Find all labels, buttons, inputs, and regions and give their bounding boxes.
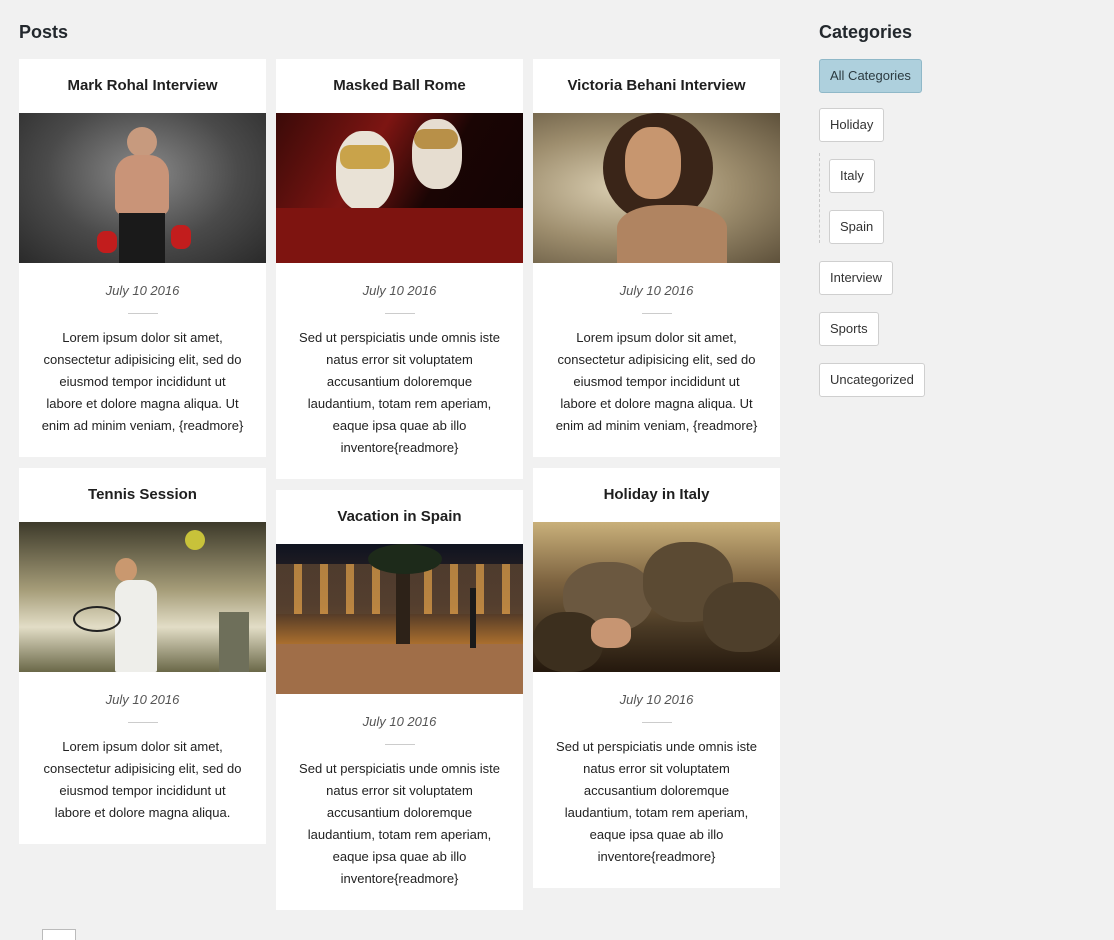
post-excerpt: Sed ut perspiciatis unde omnis iste natu… [299,330,500,455]
post-thumbnail[interactable] [276,544,523,694]
post-excerpt: Lorem ipsum dolor sit amet, consectetur … [41,330,244,433]
post-title[interactable]: Tennis Session [19,468,266,504]
divider [384,313,415,314]
post-card: Victoria Behani Interview July 10 2016 L… [533,59,780,457]
post-date: July 10 2016 [362,714,437,729]
category-spain[interactable]: Spain [829,210,885,244]
category-holiday[interactable]: Holiday [819,108,885,142]
post-thumbnail[interactable] [19,113,266,263]
divider [127,722,158,723]
pagination-button[interactable] [42,929,76,940]
posts-heading: Posts [19,22,69,42]
post-date: July 10 2016 [105,283,180,298]
post-card: Mark Rohal Interview July 10 2016 Lorem … [19,59,266,457]
post-date: July 10 2016 [619,692,694,707]
category-sports[interactable]: Sports [819,312,879,346]
post-thumbnail[interactable] [276,113,523,263]
post-card: Vacation in Spain July 10 2016 Sed ut pe… [276,490,523,910]
post-date: July 10 2016 [362,283,437,298]
post-card: Tennis Session July 10 2016 Lorem ipsum … [19,468,266,844]
category-all[interactable]: All Categories [819,59,922,93]
divider [641,313,672,314]
post-thumbnail[interactable] [19,522,266,672]
categories-heading: Categories [819,22,913,42]
post-thumbnail[interactable] [533,522,780,672]
post-card: Holiday in Italy July 10 2016 Sed ut per… [533,468,780,888]
post-card: Masked Ball Rome July 10 2016 Sed ut per… [276,59,523,479]
divider [641,722,672,723]
post-excerpt: Lorem ipsum dolor sit amet, consectetur … [555,330,758,433]
post-title[interactable]: Mark Rohal Interview [19,59,266,95]
category-interview[interactable]: Interview [819,261,894,295]
divider [127,313,158,314]
category-italy[interactable]: Italy [829,159,875,193]
post-excerpt: Sed ut perspiciatis unde omnis iste natu… [299,761,500,886]
divider [384,744,415,745]
post-date: July 10 2016 [619,283,694,298]
post-title[interactable]: Vacation in Spain [276,490,523,526]
post-date: July 10 2016 [105,692,180,707]
post-excerpt: Lorem ipsum dolor sit amet, consectetur … [43,739,242,820]
category-uncategorized[interactable]: Uncategorized [819,363,925,397]
post-title[interactable]: Masked Ball Rome [276,59,523,95]
post-thumbnail[interactable] [533,113,780,263]
post-title[interactable]: Victoria Behani Interview [533,59,780,95]
post-title[interactable]: Holiday in Italy [533,468,780,504]
category-tree-line [819,153,820,243]
post-excerpt: Sed ut perspiciatis unde omnis iste natu… [556,739,757,864]
